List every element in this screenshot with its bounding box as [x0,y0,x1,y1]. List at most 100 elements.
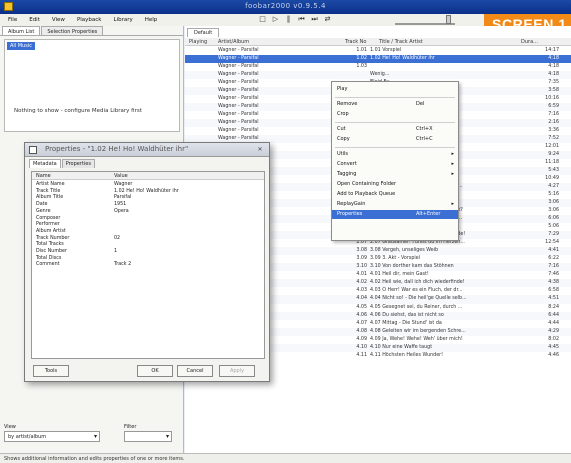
context-menu-item-add-to-playback-queue[interactable]: Add to Playback Queue [332,190,458,199]
metadata-row[interactable]: Track Number 02 [32,236,264,243]
context-menu-item-remove[interactable]: Remove Del [332,100,458,109]
context-menu-item-properties[interactable]: Properties Alt+Enter [332,210,458,219]
column-duration[interactable]: Dura... [521,39,538,45]
stop-icon[interactable]: □ [258,15,267,24]
metadata-value: Wagner [114,182,133,187]
metadata-row[interactable]: Comment Track 2 [32,262,264,269]
table-row[interactable]: Wagner - Parsifal 1.02 1.02 He! Ho! Waldhü… [185,55,571,64]
chevron-down-icon: ▾ [93,433,97,440]
track-duration: 7:35 [548,80,559,86]
filter-input[interactable]: ▾ [124,431,172,442]
track-number: 3.08 [356,248,367,254]
menu-view[interactable]: View [52,17,65,23]
context-menu-item-cut[interactable]: Cut Ctrl+X [332,125,458,134]
volume-slider[interactable] [395,15,455,25]
metadata-value: Track 2 [114,262,132,268]
track-duration: 5:16 [548,192,559,198]
shortcut-label: Del [416,101,425,107]
metadata-row[interactable]: Date 1951 [32,202,264,209]
track-title: 4.01 Heil dir, mein Gast! [370,272,429,278]
ok-button[interactable]: OK [137,365,173,377]
track-duration: 4:46 [548,352,559,358]
chevron-down-icon: ▾ [165,433,169,440]
context-menu-item-open-containing-folder[interactable]: Open Containing Folder [332,180,458,189]
metadata-row[interactable]: Composer [32,216,264,223]
context-menu-item-replaygain[interactable]: ReplayGain ▸ [332,200,458,209]
track-number: 4.02 [356,280,367,286]
context-menu-item-convert[interactable]: Convert ▸ [332,160,458,169]
metadata-row[interactable]: Album Artist [32,229,264,236]
track-title: 4.04 Nicht so! - Die heil'ge Quelle selb… [370,296,467,302]
track-duration: 4:38 [548,280,559,286]
track-artist: Wagner - Parsifal [218,112,259,118]
track-number: 1.02 [356,56,367,62]
menu-library[interactable]: Library [113,17,132,23]
metadata-row[interactable]: Performer [32,222,264,229]
column-name[interactable]: Name [36,173,51,179]
track-duration: 5:43 [548,168,559,174]
track-title: 1.01 Vorspiel [370,48,402,53]
menu-file[interactable]: File [8,17,17,23]
context-menu-item-utils[interactable]: Utils ▸ [332,150,458,159]
library-item-all-music[interactable]: All Music [7,42,36,50]
context-menu-item-crop[interactable]: Crop [332,110,458,119]
table-row[interactable]: Wagner - Parsifal 1.01 1.01 Vorspiel 14:17 [185,47,571,55]
track-artist: Wagner - Parsifal [218,64,259,70]
metadata-row[interactable]: Track Title 1.02 He! Ho! Waldhüter ihr [32,189,264,196]
tab-properties[interactable]: Properties [61,159,95,168]
column-artist-album[interactable]: Artist/Album [218,39,249,45]
previous-icon[interactable]: ⏮ [297,15,306,24]
column-title[interactable]: Title / Track Artist [379,39,423,45]
tab-metadata[interactable]: Metadata [29,159,61,168]
table-row[interactable]: Wagner - Parsifal Wenig... 4:18 [185,71,571,80]
chevron-right-icon: ▸ [451,161,454,167]
random-icon[interactable]: ⇄ [323,15,332,24]
context-menu-item-copy[interactable]: Copy Ctrl+C [332,135,458,144]
metadata-row[interactable]: Total Discs [32,256,264,263]
track-title: 3.08 Vergeh, unseliges Weib [370,248,439,254]
close-icon[interactable]: ✕ [255,146,265,154]
metadata-row[interactable]: Total Tracks [32,242,264,249]
column-playing[interactable]: Playing [189,39,207,45]
metadata-row[interactable]: Artist Name Wagner [32,182,264,189]
menu-separator [335,122,455,123]
metadata-name: Disc Number [36,249,67,254]
track-artist: Wagner - Parsifal [218,96,259,102]
menu-playback[interactable]: Playback [77,17,102,23]
track-title: 4.06 Du siehst, das ist nicht so [370,312,444,318]
track-duration: 5:06 [548,224,559,230]
context-menu-item-tagging[interactable]: Tagging ▸ [332,170,458,179]
menu-edit[interactable]: Edit [29,17,40,23]
play-icon[interactable]: ▷ [271,15,280,24]
context-menu-item-play[interactable]: Play [332,85,458,94]
metadata-row[interactable]: Genre Opera [32,209,264,216]
metadata-value: 1951 [114,202,127,208]
tools-button[interactable]: Tools [33,365,69,377]
metadata-row[interactable]: Disc Number 1 [32,249,264,256]
tab-album-list[interactable]: Album List [2,26,41,35]
context-menu-label: Copy [337,136,350,142]
volume-knob[interactable] [446,15,451,24]
metadata-row[interactable]: Album Title Parsifal [32,195,264,202]
chevron-right-icon: ▸ [451,151,454,157]
dialog-title-bar[interactable]: Properties - "1.02 He! Ho! Waldhüter ihr… [25,143,269,157]
metadata-name: Album Title [36,195,64,201]
track-artist: Wagner - Parsifal [218,88,259,94]
empty-library-message: Nothing to show - configure Media Librar… [14,108,142,114]
metadata-table: Name Value Artist Name Wagner Track Title 1… [31,171,265,359]
cancel-button[interactable]: Cancel [177,365,213,377]
track-duration: 6:22 [548,256,559,262]
column-value[interactable]: Value [114,173,128,179]
tab-selection-properties[interactable]: Selection Properties [41,26,104,35]
track-duration: 7:29 [548,232,559,238]
context-menu-label: Add to Playback Queue [337,191,396,197]
tab-default-playlist[interactable]: Default [187,28,220,37]
view-dropdown[interactable]: by artist/album ▾ [4,431,100,442]
context-menu-label: Cut [337,126,346,132]
table-row[interactable]: Wagner - Parsifal 1.03 4:18 [185,63,571,71]
next-icon[interactable]: ⏭ [310,15,319,24]
menu-help[interactable]: Help [145,17,158,23]
track-duration: 4:18 [548,64,559,70]
column-track-no[interactable]: Track No [345,39,366,45]
pause-icon[interactable]: ‖ [284,15,293,24]
